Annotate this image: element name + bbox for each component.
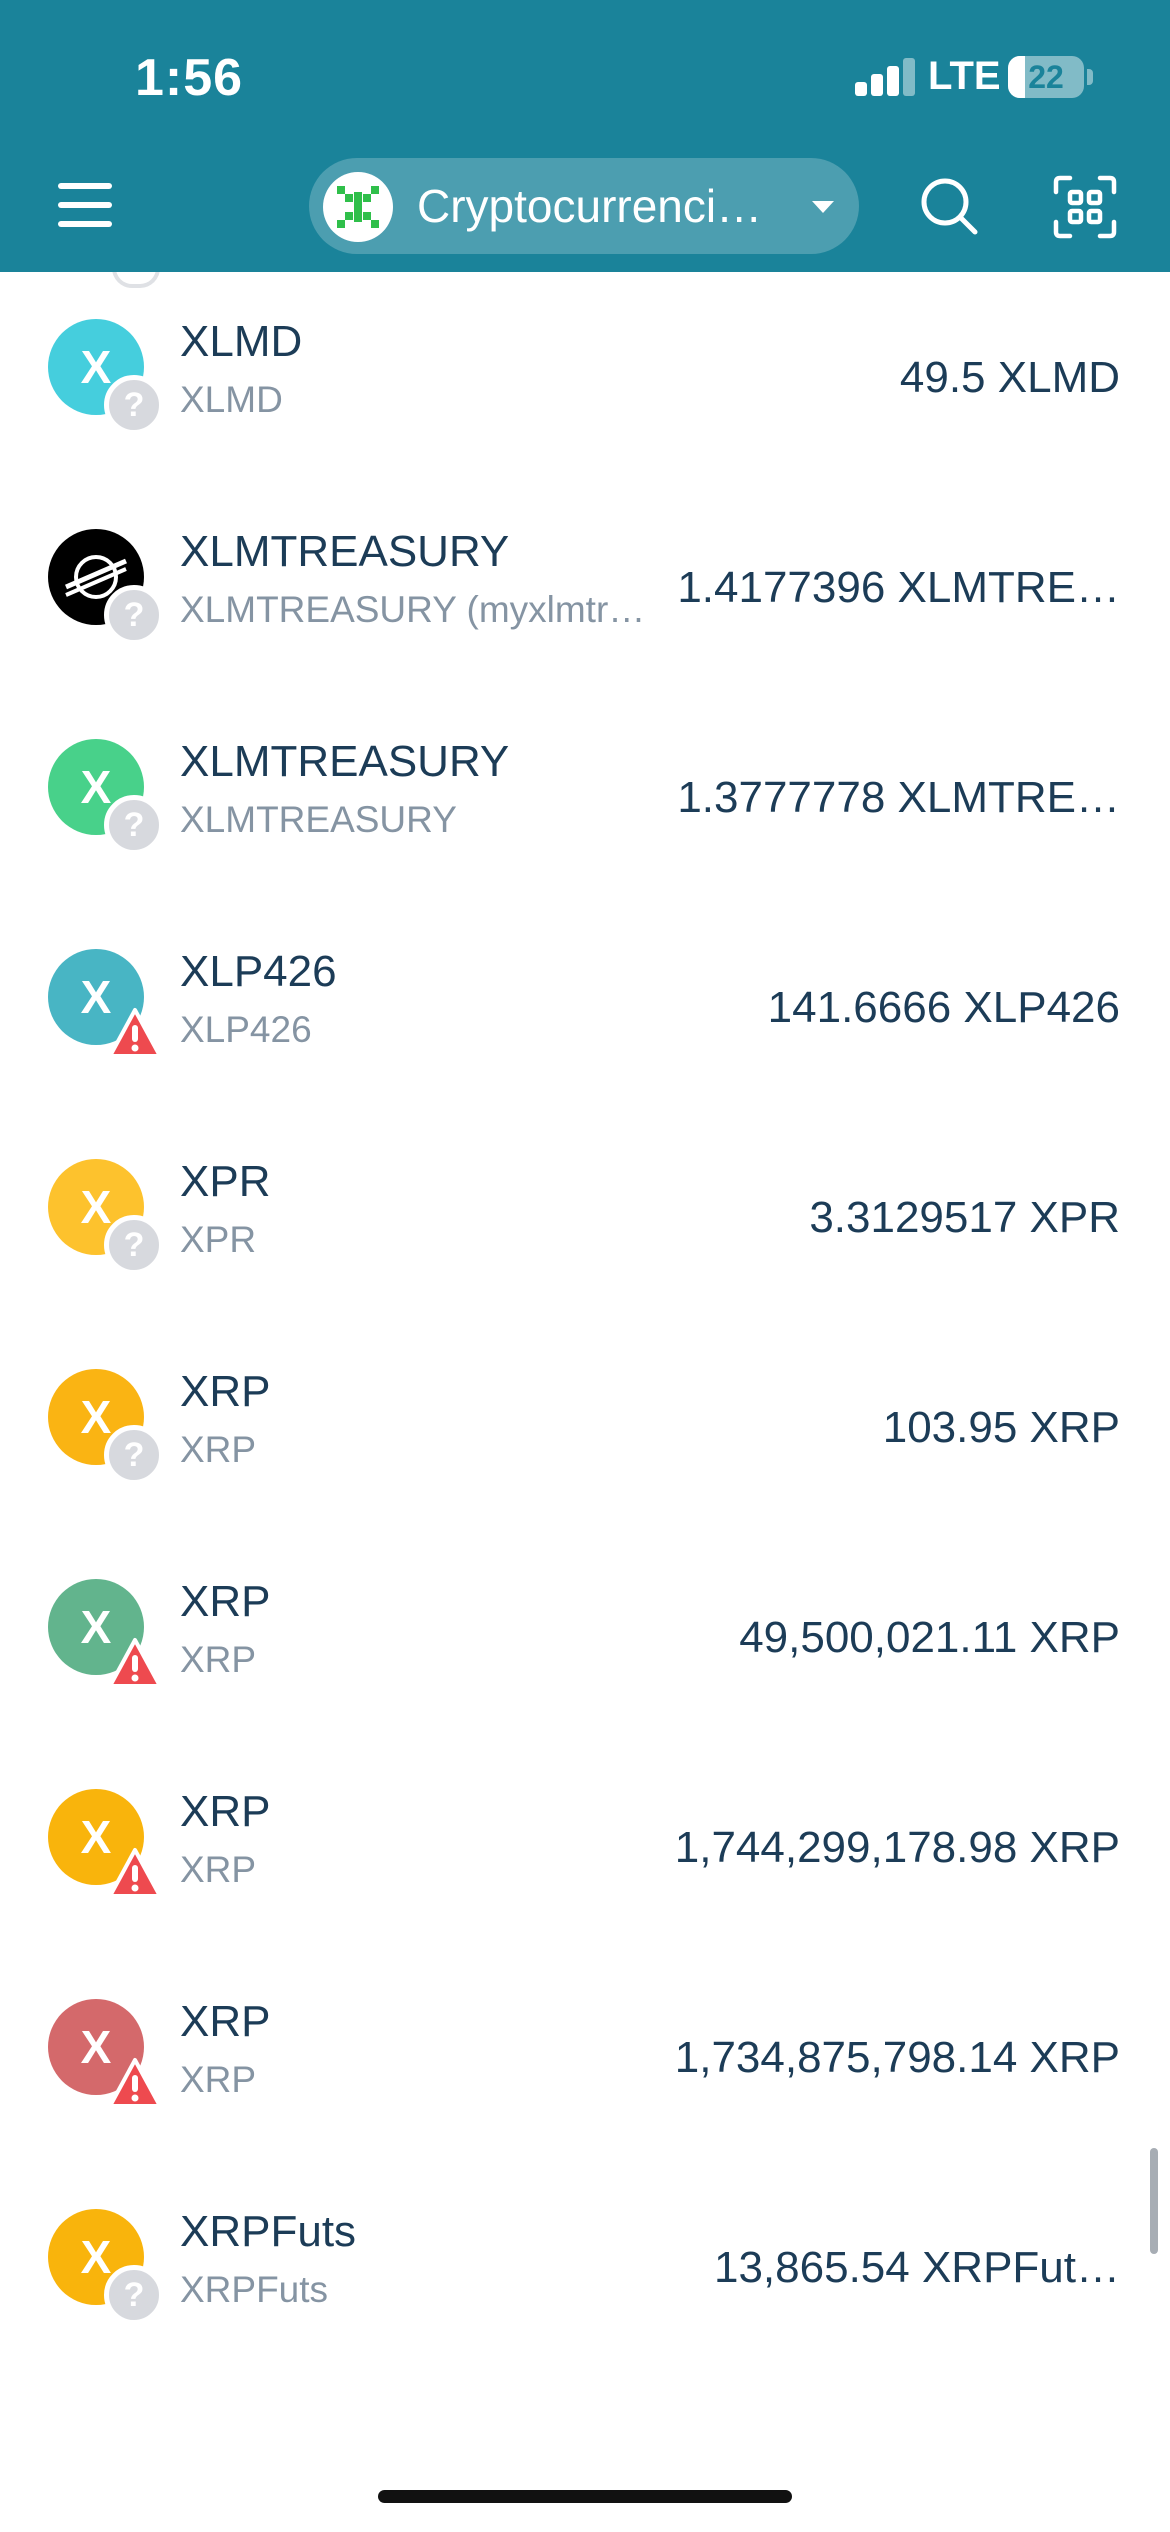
unknown-status-icon: ? — [104, 1215, 164, 1275]
token-symbol: XLP426 — [180, 947, 337, 996]
token-row[interactable]: X? XRP XRP 103.95 XRP — [0, 1323, 1170, 1533]
token-name: XLMD — [180, 379, 283, 420]
token-symbol: XPR — [180, 1157, 271, 1206]
token-name: XRPFuts — [180, 2269, 329, 2310]
token-symbol: XLMTREASURY — [180, 527, 510, 576]
token-symbol: XLMTREASURY — [180, 737, 510, 786]
token-row[interactable]: X XRP XRP 1,734,875,798.14 XRP — [0, 1953, 1170, 2163]
token-name: XRP — [180, 2059, 257, 2100]
token-row[interactable]: X? XLMTREASURY XLMTREASURY 1.3777778 XLMTRE… — [0, 693, 1170, 903]
token-balance: 1.4177396 XLMTRE… — [677, 563, 1120, 612]
token-balance: 3.3129517 XPR — [809, 1193, 1120, 1242]
token-balance: 1,744,299,178.98 XRP — [674, 1823, 1120, 1872]
token-row[interactable]: X XLP426 XLP426 141.6666 XLP426 — [0, 903, 1170, 1113]
unknown-status-icon: ? — [104, 2265, 164, 2325]
chevron-down-icon — [812, 201, 834, 213]
token-balance: 1.3777778 XLMTRE… — [677, 773, 1120, 822]
token-symbol: XRP — [180, 1367, 271, 1416]
token-row[interactable]: X? XLMD XLMD 49.5 XLMD — [0, 273, 1170, 483]
scrollbar[interactable] — [1150, 2148, 1158, 2254]
token-symbol: XRP — [180, 1787, 271, 1836]
unknown-status-icon: ? — [104, 1425, 164, 1485]
token-balance: 49.5 XLMD — [899, 353, 1120, 402]
unknown-status-icon: ? — [104, 585, 164, 645]
battery-tip — [1087, 69, 1093, 85]
token-name: XLMTREASURY — [180, 799, 457, 840]
status-time: 1:56 — [135, 49, 244, 107]
token-symbol: XRP — [180, 1577, 271, 1626]
token-row[interactable]: X XRP XRP 49,500,021.11 XRP — [0, 1533, 1170, 1743]
unknown-status-icon: ? — [104, 375, 164, 435]
home-indicator[interactable] — [378, 2490, 792, 2503]
token-balance: 141.6666 XLP426 — [767, 983, 1120, 1032]
token-row[interactable]: X? XPR XPR 3.3129517 XPR — [0, 1113, 1170, 1323]
token-row[interactable]: X? XRPFuts XRPFuts 13,865.54 XRPFut… — [0, 2163, 1170, 2373]
token-name: XRP — [180, 1429, 257, 1470]
app-header: 1:56 LTE 22 Cryptocurrenci… — [0, 0, 1170, 272]
token-name: XLMTREASURY (myxlmtr… — [180, 589, 646, 630]
token-symbol: XRPFuts — [180, 2207, 357, 2256]
token-balance: 103.95 XRP — [882, 1403, 1120, 1452]
token-row[interactable]: ? XLMTREASURY XLMTREASURY (myxlmtr… 1.41773… — [0, 483, 1170, 693]
token-row[interactable]: X XRP XRP 1,744,299,178.98 XRP — [0, 1743, 1170, 1953]
unknown-status-icon: ? — [104, 795, 164, 855]
token-name: XLP426 — [180, 1009, 312, 1050]
qr-scan-icon[interactable] — [1050, 172, 1120, 242]
warning-icon — [104, 1005, 164, 1065]
search-icon[interactable] — [915, 172, 985, 242]
warning-icon — [104, 2055, 164, 2115]
network-type: LTE — [928, 54, 1001, 98]
token-name: XRP — [180, 1639, 257, 1680]
battery-level: 22 — [1028, 59, 1064, 95]
network-selector[interactable]: Cryptocurrenci… — [309, 158, 859, 254]
token-symbol: XLMD — [180, 317, 303, 366]
token-name: XPR — [180, 1219, 257, 1260]
token-balance: 1,734,875,798.14 XRP — [674, 2033, 1120, 2082]
warning-icon — [104, 1635, 164, 1695]
signal-strength-icon — [855, 58, 915, 96]
battery-icon: 22 — [1008, 56, 1084, 98]
token-balance: 49,500,021.11 XRP — [739, 1613, 1120, 1662]
hamburger-menu-icon[interactable] — [50, 175, 120, 235]
token-name: XRP — [180, 1849, 257, 1890]
token-balance: 13,865.54 XRPFut… — [713, 2243, 1120, 2292]
token-symbol: XRP — [180, 1997, 271, 2046]
warning-icon — [104, 1845, 164, 1905]
token-list[interactable]: X? XLMD XLMD 49.5 XLMD? XLMTREASURY XLMTREASU… — [0, 272, 1170, 2532]
network-name: Cryptocurrenci… — [417, 180, 763, 232]
network-logo-icon — [323, 172, 393, 242]
